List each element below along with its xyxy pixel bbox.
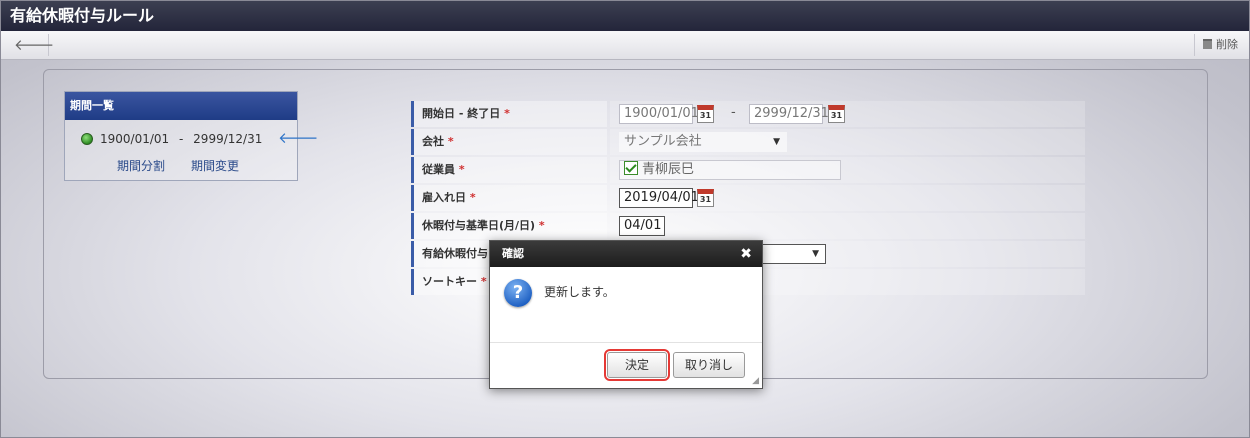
form-row-company: 会社 * サンプル会社 ▼: [411, 129, 1085, 155]
back-button[interactable]: 🡐: [14, 34, 54, 56]
required-mark: *: [480, 275, 487, 288]
period-change-link[interactable]: 期間変更: [191, 159, 239, 173]
required-mark: *: [447, 135, 454, 148]
dialog-message: 更新します。: [544, 285, 615, 299]
confirm-dialog: 確認 ✖ ? 更新します。 決定 取り消し ◢: [489, 240, 763, 389]
calendar-icon[interactable]: 31: [697, 105, 714, 123]
delete-button[interactable]: 削除: [1194, 34, 1242, 56]
hire-date-input[interactable]: 2019/04/01: [619, 188, 699, 208]
checkbox-icon: [624, 161, 638, 175]
delete-label: 削除: [1216, 38, 1238, 51]
chevron-down-icon: ▼: [812, 249, 819, 259]
start-date-input[interactable]: 1900/01/01: [619, 104, 699, 124]
ok-button[interactable]: 決定: [604, 349, 670, 381]
page-title: 有給休暇付与ルール: [0, 0, 1250, 31]
period-list-title: 期間一覧: [65, 92, 297, 120]
toolbar: 🡐 削除: [0, 31, 1250, 60]
period-list-item[interactable]: 1900/01/01 - 2999/12/31 🡐: [81, 131, 318, 146]
dialog-title: 確認: [502, 247, 524, 260]
dialog-divider: [490, 342, 762, 343]
base-date-input[interactable]: 04/01: [619, 216, 665, 236]
company-label: 会社 *: [411, 129, 607, 155]
period-list-panel: 期間一覧 1900/01/01 - 2999/12/31 🡐 期間分割 期間変更: [64, 91, 318, 181]
period-actions: 期間分割 期間変更: [117, 157, 265, 174]
period-start: 1900/01/01: [100, 132, 170, 146]
form-row-hire-date: 雇入れ日 * 2019/04/01 31: [411, 185, 1085, 211]
date-range-separator: -: [731, 105, 736, 120]
required-mark: *: [538, 219, 545, 232]
back-arrow-icon: 🡐: [14, 36, 55, 54]
period-split-link[interactable]: 期間分割: [117, 159, 165, 173]
cancel-button[interactable]: 取り消し: [673, 352, 745, 378]
chevron-down-icon: ▼: [773, 137, 780, 147]
hire-date-label: 雇入れ日 *: [411, 185, 607, 211]
form-row-employee: 従業員 * 青柳辰巳: [411, 157, 1085, 183]
form-row-period: 開始日 - 終了日 * 1900/01/01 31 - 2999/12/31 3…: [411, 101, 1085, 127]
required-mark: *: [504, 107, 510, 120]
dialog-header: 確認 ✖: [490, 241, 762, 267]
required-mark: *: [469, 191, 476, 204]
resize-grip-icon[interactable]: ◢: [752, 376, 759, 386]
trash-icon: [1203, 39, 1212, 49]
current-period-arrow-icon: 🡐: [278, 129, 319, 147]
employee-label: 従業員 *: [411, 157, 607, 183]
period-end: 2999/12/31: [193, 132, 263, 146]
base-date-label: 休暇付与基準日(月/日) *: [411, 213, 607, 239]
active-status-icon: [81, 133, 93, 145]
form-row-base-date: 休暇付与基準日(月/日) * 04/01: [411, 213, 1085, 239]
employee-field[interactable]: 青柳辰巳: [619, 160, 841, 180]
end-date-input[interactable]: 2999/12/31: [749, 104, 829, 124]
close-icon[interactable]: ✖: [740, 241, 752, 267]
question-icon: ?: [504, 279, 532, 307]
period-separator: -: [179, 132, 184, 146]
start-end-label: 開始日 - 終了日 *: [411, 101, 607, 127]
calendar-icon[interactable]: 31: [697, 189, 714, 207]
calendar-icon[interactable]: 31: [828, 105, 845, 123]
required-mark: *: [458, 163, 465, 176]
company-select[interactable]: サンプル会社 ▼: [619, 132, 787, 152]
